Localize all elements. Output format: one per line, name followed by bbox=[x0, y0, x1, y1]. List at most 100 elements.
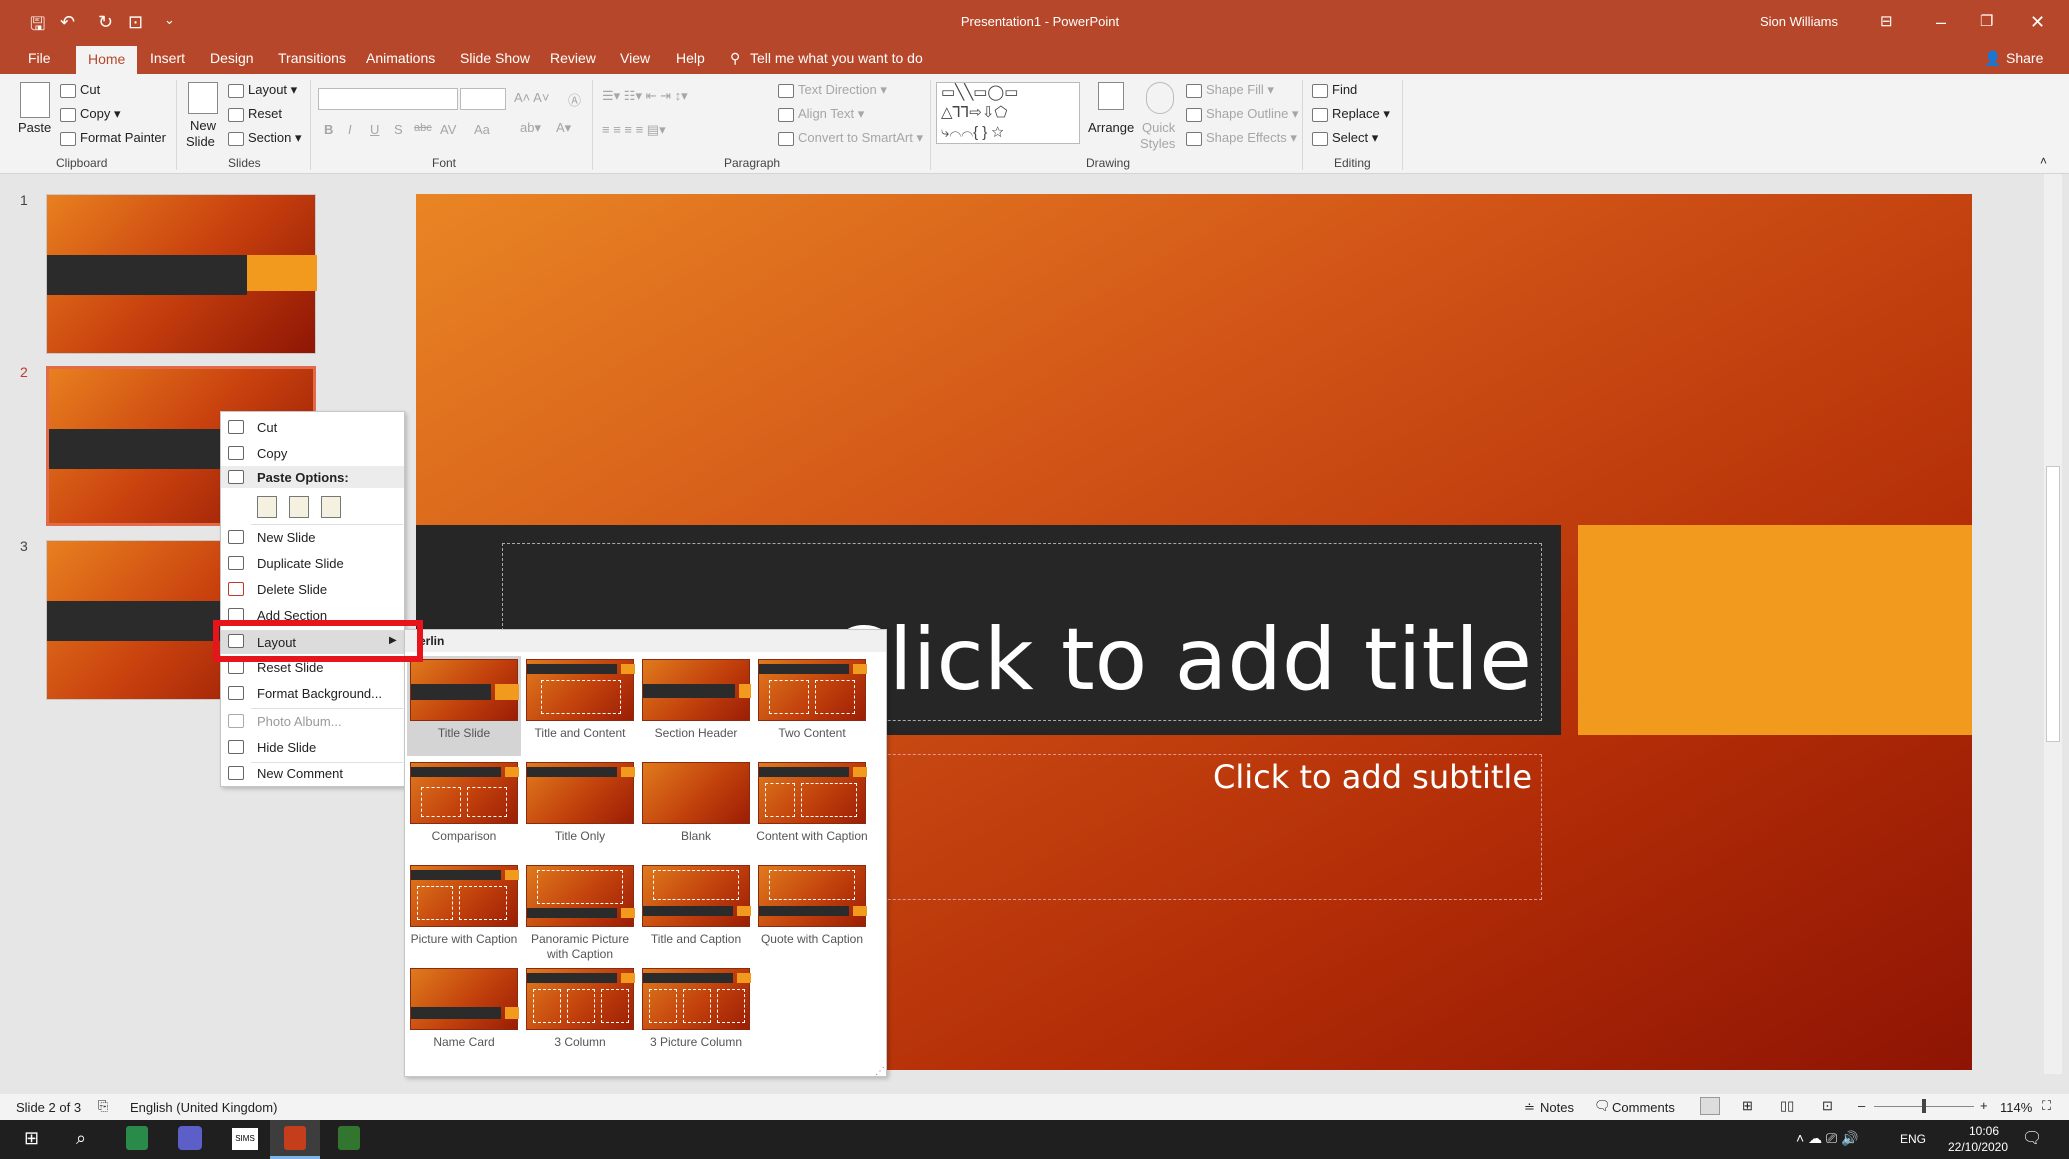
section-button[interactable]: Section ▾ bbox=[228, 130, 302, 146]
tab-help[interactable]: Help bbox=[676, 50, 705, 66]
menu-copy[interactable]: Copy bbox=[257, 446, 287, 461]
tray-icons[interactable]: ˄ ☁ ⎚ 🔊 bbox=[1796, 1130, 1858, 1147]
font-name-box[interactable] bbox=[318, 88, 458, 110]
layout-thumb-picture-with-caption[interactable] bbox=[410, 865, 519, 927]
notes-button[interactable]: Notes bbox=[1540, 1100, 1574, 1115]
new-slide-button-line2[interactable]: Slide bbox=[186, 134, 215, 149]
clock-time[interactable]: 10:06 bbox=[1952, 1124, 2016, 1138]
sims-icon[interactable]: SIMS bbox=[232, 1128, 258, 1150]
tab-design[interactable]: Design bbox=[210, 50, 254, 66]
layout-thumb-content-with-caption[interactable] bbox=[758, 762, 867, 824]
clock-date[interactable]: 22/10/2020 bbox=[1938, 1140, 2018, 1154]
layout-thumb-title-only[interactable] bbox=[526, 762, 635, 824]
arrange-button[interactable]: Arrange bbox=[1088, 120, 1134, 135]
strikethrough-button[interactable]: abc bbox=[414, 122, 432, 134]
character-spacing-button[interactable]: AV bbox=[440, 122, 456, 137]
zoom-in-icon[interactable]: + bbox=[1980, 1098, 1988, 1113]
save-icon[interactable]: 🖫 bbox=[30, 12, 45, 42]
cut-button[interactable]: Cut bbox=[60, 82, 100, 98]
close-icon[interactable]: ✕ bbox=[2030, 12, 2045, 33]
layout-thumb-3-column[interactable] bbox=[526, 968, 635, 1030]
menu-new-comment[interactable]: New Comment bbox=[257, 766, 343, 781]
zoom-out-icon[interactable]: – bbox=[1858, 1098, 1865, 1113]
grow-font-icon[interactable]: A˄ A˅ bbox=[514, 90, 549, 105]
scrollbar-thumb[interactable] bbox=[2046, 466, 2060, 742]
underline-button[interactable]: U bbox=[370, 122, 379, 137]
find-button[interactable]: Find bbox=[1312, 82, 1357, 98]
replace-button[interactable]: Replace ▾ bbox=[1312, 106, 1390, 122]
redo-icon[interactable]: ↻ bbox=[98, 12, 113, 33]
text-direction-button[interactable]: Text Direction ▾ bbox=[778, 82, 887, 98]
notification-icon[interactable]: 🗨 bbox=[2022, 1128, 2042, 1148]
layout-thumb-title-and-content[interactable] bbox=[526, 659, 635, 721]
spellcheck-icon[interactable]: ⎘ bbox=[98, 1098, 108, 1114]
select-button[interactable]: Select ▾ bbox=[1312, 130, 1378, 146]
layout-thumb-panoramic-picture[interactable] bbox=[526, 865, 635, 927]
quick-styles-button-line2[interactable]: Styles bbox=[1140, 136, 1175, 151]
clear-format-icon[interactable]: Ⓐ bbox=[568, 90, 581, 109]
italic-button[interactable]: I bbox=[348, 122, 352, 137]
layout-thumb-title-slide[interactable] bbox=[410, 659, 519, 721]
shapes-gallery[interactable]: ▭╲╲▭◯▭ △⅂⅂⇨⇩⬠ ⤷⌒⌒{ } ☆ bbox=[936, 82, 1080, 144]
language-status[interactable]: English (United Kingdom) bbox=[130, 1100, 277, 1115]
tab-review[interactable]: Review bbox=[550, 50, 596, 66]
search-icon[interactable]: ⌕ bbox=[76, 1128, 86, 1149]
reset-button[interactable]: Reset bbox=[228, 106, 282, 122]
menu-format-background[interactable]: Format Background... bbox=[257, 686, 382, 701]
teams-icon[interactable] bbox=[178, 1126, 202, 1150]
project-icon[interactable] bbox=[338, 1126, 360, 1150]
tab-slide-show[interactable]: Slide Show bbox=[460, 50, 530, 66]
smartart-button[interactable]: Convert to SmartArt ▾ bbox=[778, 130, 923, 146]
zoom-level[interactable]: 114% bbox=[2000, 1100, 2032, 1115]
quick-styles-button[interactable]: Quick bbox=[1142, 120, 1175, 135]
shape-fill-button[interactable]: Shape Fill ▾ bbox=[1186, 82, 1274, 98]
menu-hide-slide[interactable]: Hide Slide bbox=[257, 740, 316, 755]
layout-thumb-name-card[interactable] bbox=[410, 968, 519, 1030]
slide-sorter-icon[interactable]: ⊞ bbox=[1742, 1098, 1753, 1114]
normal-view-icon[interactable] bbox=[1700, 1097, 1720, 1115]
layout-thumb-quote-with-caption[interactable] bbox=[758, 865, 867, 927]
format-painter-button[interactable]: Format Painter bbox=[60, 130, 166, 146]
layout-thumb-two-content[interactable] bbox=[758, 659, 867, 721]
bullets-icon[interactable]: ☰▾ ☷▾ ⇤ ⇥ ↕▾ bbox=[602, 88, 688, 104]
tab-animations[interactable]: Animations bbox=[366, 50, 435, 66]
menu-duplicate-slide[interactable]: Duplicate Slide bbox=[257, 556, 344, 571]
collapse-ribbon-icon[interactable]: ˄ bbox=[2040, 154, 2047, 168]
change-case-button[interactable]: Aa bbox=[474, 122, 490, 137]
zoom-slider-thumb[interactable] bbox=[1922, 1099, 1926, 1113]
layout-thumb-section-header[interactable] bbox=[642, 659, 751, 721]
menu-reset-slide[interactable]: Reset Slide bbox=[257, 660, 323, 675]
layout-thumb-blank[interactable] bbox=[642, 762, 750, 824]
bold-button[interactable]: B bbox=[324, 122, 333, 137]
menu-new-slide[interactable]: New Slide bbox=[257, 530, 316, 545]
tab-transitions[interactable]: Transitions bbox=[278, 50, 346, 66]
tab-file[interactable]: File bbox=[28, 50, 51, 66]
reading-view-icon[interactable]: ▯▯ bbox=[1780, 1098, 1794, 1114]
windows-start-icon[interactable]: ⊞ bbox=[24, 1128, 39, 1149]
shape-outline-button[interactable]: Shape Outline ▾ bbox=[1186, 106, 1299, 122]
input-language[interactable]: ENG bbox=[1900, 1132, 1926, 1146]
highlight-icon[interactable]: ab▾ bbox=[520, 120, 541, 136]
app-icon[interactable] bbox=[126, 1126, 148, 1150]
tell-me-search[interactable]: Tell me what you want to do bbox=[750, 50, 923, 66]
undo-icon[interactable]: ↶ bbox=[60, 12, 75, 33]
paste-button[interactable]: Paste bbox=[18, 120, 51, 135]
minimize-icon[interactable]: – bbox=[1936, 12, 1946, 33]
slide-thumbnail-1[interactable] bbox=[46, 194, 317, 354]
tab-view[interactable]: View bbox=[620, 50, 650, 66]
shape-effects-button[interactable]: Shape Effects ▾ bbox=[1186, 130, 1297, 146]
comments-button[interactable]: Comments bbox=[1612, 1100, 1675, 1115]
menu-cut[interactable]: Cut bbox=[257, 420, 277, 435]
layout-thumb-title-and-caption[interactable] bbox=[642, 865, 751, 927]
paste-use-destination-theme-icon[interactable] bbox=[257, 496, 277, 518]
align-text-button[interactable]: Align Text ▾ bbox=[778, 106, 864, 122]
powerpoint-icon[interactable] bbox=[284, 1126, 306, 1150]
font-size-box[interactable] bbox=[460, 88, 506, 110]
vertical-scrollbar[interactable] bbox=[2044, 174, 2062, 1074]
restore-icon[interactable]: ❐ bbox=[1980, 12, 1993, 30]
tab-insert[interactable]: Insert bbox=[150, 50, 185, 66]
font-color-icon[interactable]: A▾ bbox=[556, 120, 571, 136]
tab-home[interactable]: Home bbox=[76, 46, 138, 74]
layout-button[interactable]: Layout ▾ bbox=[228, 82, 297, 98]
layout-thumb-comparison[interactable] bbox=[410, 762, 519, 824]
